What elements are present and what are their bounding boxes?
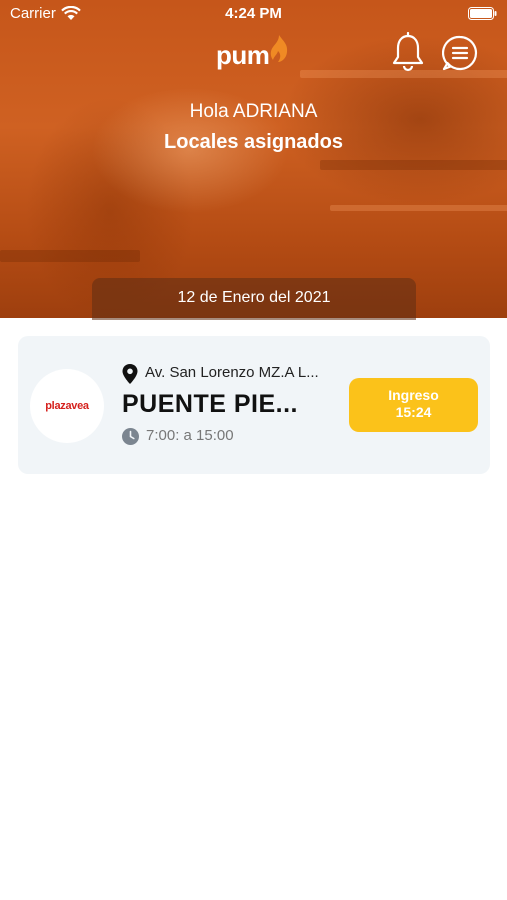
- flame-icon: [270, 35, 288, 62]
- checkin-button[interactable]: Ingreso 15:24: [349, 378, 478, 432]
- status-bar: Carrier 4:24 PM: [0, 0, 507, 28]
- logo-text: pum: [216, 40, 270, 70]
- checkin-label: Ingreso: [388, 387, 439, 403]
- store-name: PUENTE PIE...: [122, 390, 298, 418]
- battery-icon: [468, 7, 497, 20]
- store-address: Av. San Lorenzo MZ.A L...: [145, 364, 319, 381]
- header-banner: Carrier 4:24 PM pum Hola ADRIANA Locales…: [0, 0, 507, 318]
- menu-icon[interactable]: [442, 35, 478, 71]
- page-title: Locales asignados: [164, 131, 343, 153]
- clock-icon: [122, 428, 139, 445]
- location-pin-icon: [122, 364, 138, 384]
- status-time: 4:24 PM: [225, 5, 282, 22]
- store-card[interactable]: plazavea Av. San Lorenzo MZ.A L... PUENT…: [18, 336, 490, 474]
- greeting-text: Hola ADRIANA: [189, 101, 318, 122]
- app-logo: pum: [216, 34, 296, 76]
- background-shelf: [320, 160, 507, 170]
- background-shelf: [0, 250, 140, 262]
- background-shelf: [330, 205, 507, 211]
- checkin-time: 15:24: [395, 404, 432, 420]
- bell-icon[interactable]: [390, 32, 426, 72]
- store-hours: 7:00: a 15:00: [146, 427, 234, 444]
- date-label: 12 de Enero del 2021: [92, 278, 416, 320]
- store-logo: plazavea: [30, 369, 104, 443]
